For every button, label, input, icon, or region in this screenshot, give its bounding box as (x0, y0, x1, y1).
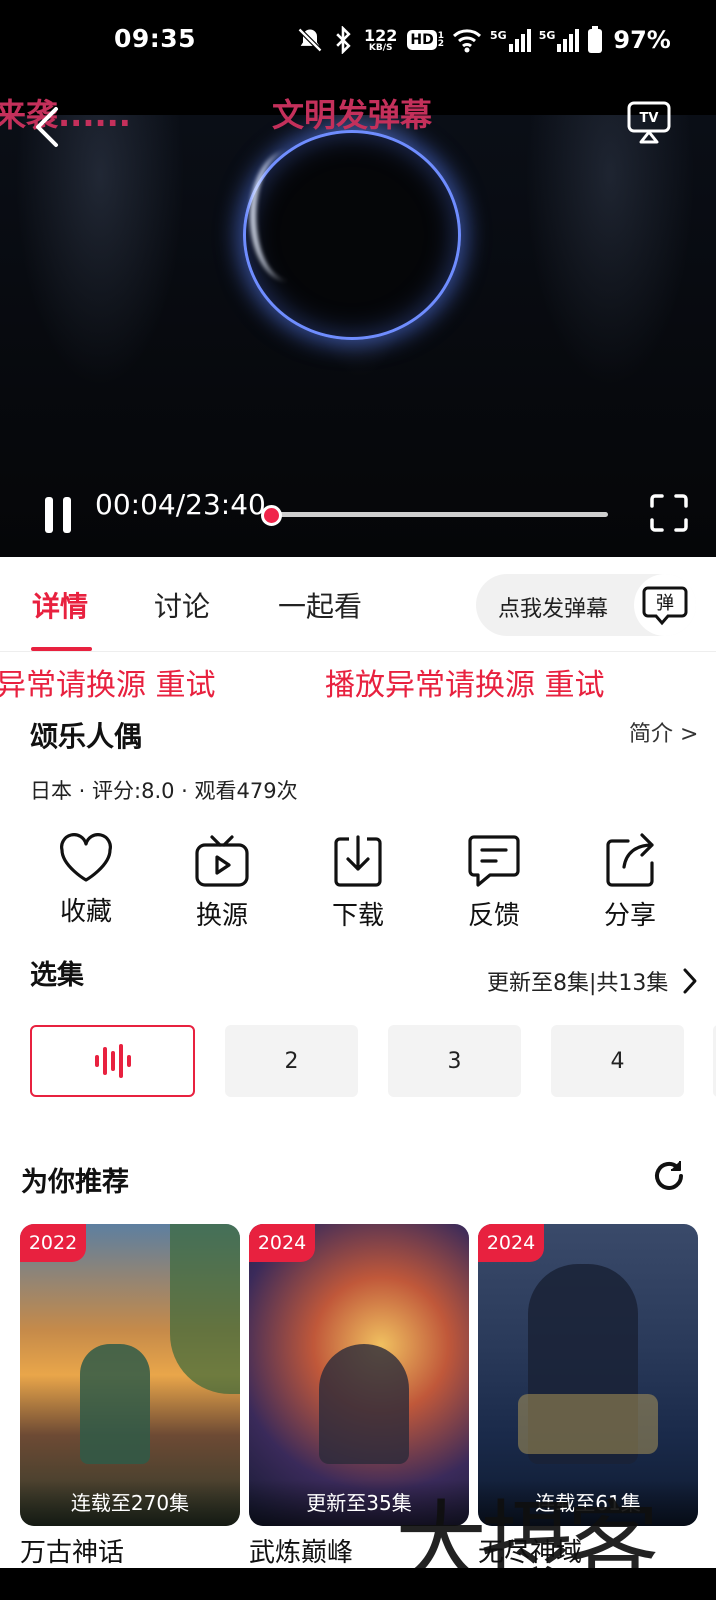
mute-bell-icon (297, 27, 323, 53)
year-badge: 2022 (20, 1224, 86, 1262)
send-danmaku-placeholder: 点我发弹幕 (498, 597, 609, 622)
danmaku-icon: 弹 (642, 586, 688, 626)
error-danmaku-1: 异常请换源 重试 (0, 668, 216, 703)
cast-tv-button[interactable]: TV (626, 100, 672, 148)
recommend-card[interactable]: 2022 连载至270集 万古神话 (20, 1224, 240, 1569)
danmaku-toggle-button[interactable]: 弹 (634, 574, 696, 636)
favorite-button[interactable]: 收藏 (41, 833, 131, 928)
favorite-label: 收藏 (59, 897, 112, 927)
show-title: 颂乐人偶 (30, 720, 143, 753)
progress-knob[interactable] (261, 505, 282, 526)
share-button[interactable]: 分享 (585, 833, 675, 932)
playing-wave-icon (94, 1044, 131, 1078)
download-button[interactable]: 下载 (313, 833, 403, 932)
chevron-right-icon[interactable] (682, 967, 698, 995)
system-nav-bar (0, 1568, 716, 1600)
battery-icon (588, 26, 603, 53)
status-icons: 122 KB/S HD 12 5G 5G 97% (296, 24, 671, 56)
share-label: 分享 (603, 901, 656, 931)
episode-item[interactable]: 2 (225, 1025, 358, 1097)
pause-icon (45, 497, 71, 533)
tab-watch-together[interactable]: 一起看 (278, 585, 362, 625)
tv-play-icon (195, 835, 249, 887)
download-icon (334, 835, 382, 887)
tv-cast-icon: TV (627, 101, 671, 144)
show-meta: 日本 · 评分:8.0 · 观看479次 (30, 779, 298, 803)
year-badge: 2024 (249, 1224, 315, 1262)
change-source-button[interactable]: 换源 (177, 833, 267, 932)
card-title: 万古神话 (20, 1538, 125, 1568)
episode-item[interactable]: 4 (551, 1025, 684, 1097)
intro-link[interactable]: 简介 > (629, 716, 698, 748)
episode-current[interactable] (30, 1025, 195, 1097)
send-danmaku-input[interactable]: 点我发弹幕 弹 (476, 574, 696, 636)
hd-icon: HD 12 (407, 30, 444, 50)
back-button[interactable] (30, 105, 64, 153)
year-badge: 2024 (478, 1224, 544, 1262)
share-icon (606, 833, 654, 887)
feedback-label: 反馈 (467, 901, 520, 931)
feedback-icon (468, 835, 520, 887)
refresh-icon[interactable] (651, 1158, 687, 1194)
status-time: 09:35 (114, 24, 197, 53)
tab-details[interactable]: 详情 (32, 585, 88, 625)
episodes-info: 更新至8集|共13集 (487, 971, 669, 996)
tab-divider (0, 651, 716, 652)
download-label: 下载 (331, 901, 384, 931)
battery-percent: 97% (613, 26, 671, 54)
progress-bar[interactable] (270, 512, 608, 517)
video-danmaku-left: 来袭...... (0, 96, 131, 134)
feedback-button[interactable]: 反馈 (449, 833, 539, 932)
episode-status: 连载至270集 (20, 1480, 240, 1526)
wifi-icon (452, 29, 482, 53)
episode-item[interactable]: 3 (388, 1025, 521, 1097)
back-arrow-icon (36, 107, 58, 147)
recommend-title: 为你推荐 (21, 1167, 129, 1198)
signal-icon-2: 5G (539, 28, 580, 52)
change-source-label: 换源 (195, 901, 248, 931)
episodes-more-link[interactable]: 更新至8集|共13集 (487, 965, 668, 997)
poster-image: 2022 连载至270集 (20, 1224, 240, 1526)
video-danmaku-center: 文明发弹幕 (272, 96, 433, 134)
heart-icon (60, 833, 112, 882)
bluetooth-icon (336, 26, 351, 54)
fullscreen-icon (650, 494, 688, 532)
playback-time: 00:04/23:40 (95, 488, 266, 521)
svg-text:弹: 弹 (656, 593, 674, 614)
signal-icon-1: 5G (490, 28, 531, 52)
video-frame-art (243, 130, 461, 340)
tab-discussion[interactable]: 讨论 (154, 585, 210, 625)
error-danmaku-2: 播放异常请换源 重试 (325, 668, 605, 703)
episodes-title: 选集 (30, 960, 84, 991)
fullscreen-button[interactable] (650, 494, 688, 536)
pause-button[interactable] (44, 496, 72, 538)
svg-text:TV: TV (640, 111, 659, 126)
net-speed: 122 KB/S (364, 25, 398, 53)
